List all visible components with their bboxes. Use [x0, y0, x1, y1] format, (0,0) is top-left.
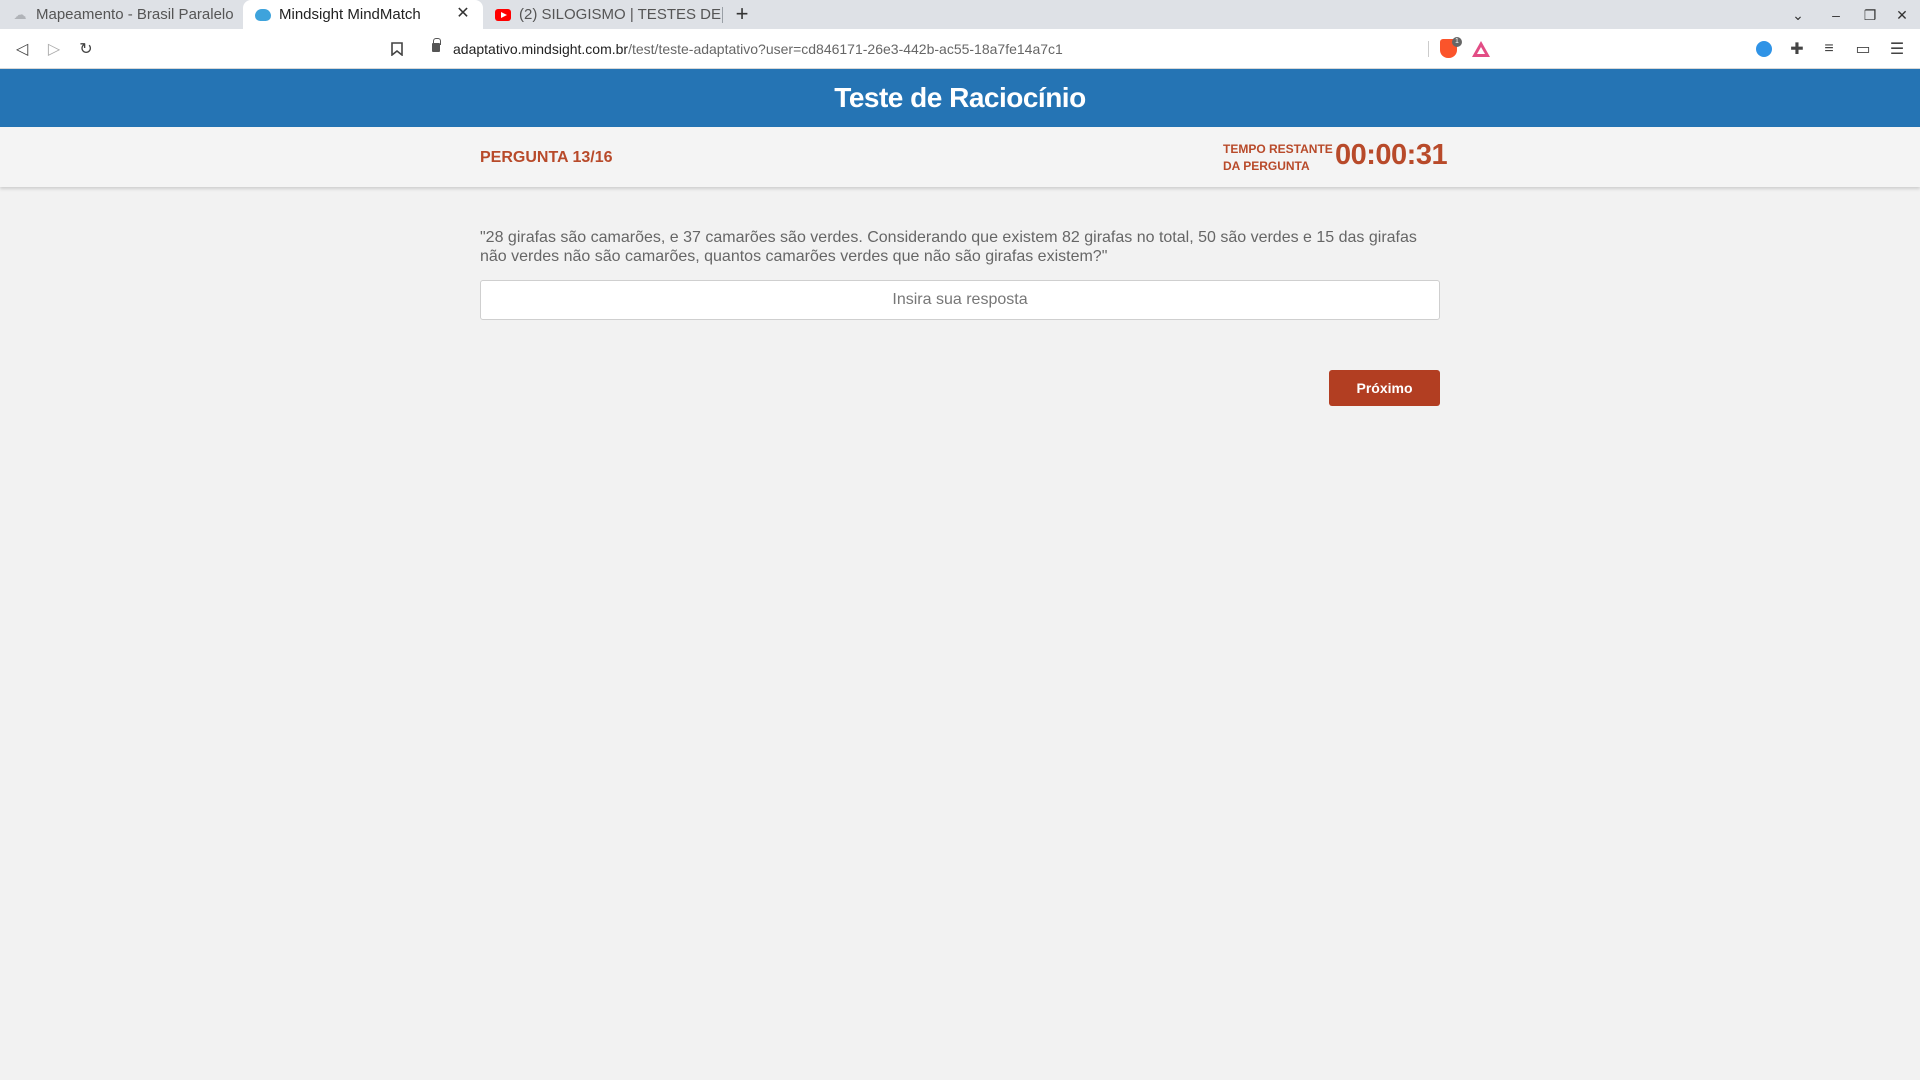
omnibox-divider — [1428, 41, 1429, 57]
tab-title: Mindsight MindMatch — [279, 6, 421, 23]
tab-title: (2) SILOGISMO | TESTES DE RA — [519, 6, 723, 23]
youtube-icon — [495, 7, 511, 23]
cloud-icon: ☁ — [13, 6, 27, 22]
shield-count-badge: 1 — [1452, 37, 1462, 47]
timer-label-line2: DA PERGUNTA — [1223, 159, 1310, 173]
tab-silogismo[interactable]: (2) SILOGISMO | TESTES DE RA — [483, 0, 723, 29]
timer-label-line1: TEMPO RESTANTE — [1223, 142, 1333, 156]
wallet-icon[interactable]: ▭ — [1851, 37, 1875, 61]
extension-blue-icon[interactable] — [1752, 37, 1776, 61]
tab-search-chevron-icon[interactable]: ⌄ — [1786, 3, 1810, 27]
brave-rewards-icon[interactable] — [1472, 41, 1490, 57]
address-bar[interactable]: adaptativo.mindsight.com.br/test/teste-a… — [420, 34, 1500, 64]
minimize-icon[interactable]: – — [1824, 3, 1848, 27]
tab-mindsight-mindmatch[interactable]: Mindsight MindMatch ✕ — [243, 0, 483, 29]
browser-toolbar: ◁ ▷ ↻ adaptativo.mindsight.com.br/test/t… — [0, 29, 1920, 69]
extensions-puzzle-icon[interactable]: ✚ — [1785, 37, 1809, 61]
lock-icon — [432, 38, 441, 52]
menu-icon[interactable]: ☰ — [1885, 37, 1909, 61]
close-window-icon[interactable]: ✕ — [1890, 3, 1914, 27]
page-title: Teste de Raciocínio — [834, 82, 1086, 113]
app-header: Teste de Raciocínio — [0, 69, 1920, 127]
timer-value: 00:00:31 — [1335, 139, 1448, 171]
question-text: "28 girafas são camarões, e 37 camarões … — [480, 229, 1417, 265]
mindsight-icon — [255, 7, 271, 23]
media-playlist-icon[interactable]: ≡ — [1817, 37, 1841, 61]
new-tab-button[interactable]: + — [730, 2, 754, 26]
tab-divider — [722, 7, 723, 23]
next-button[interactable]: Próximo — [1329, 370, 1440, 406]
tab-brasil-paralelo[interactable]: ☁ Mapeamento - Brasil Paralelo — [0, 0, 243, 29]
timer-label: TEMPO RESTANTE DA PERGUNTA — [1223, 141, 1343, 175]
question-counter: PERGUNTA 13/16 — [480, 149, 613, 166]
url-text: adaptativo.mindsight.com.br/test/teste-a… — [453, 41, 1063, 57]
restore-icon[interactable]: ❐ — [1858, 3, 1882, 27]
tab-title: Mapeamento - Brasil Paralelo — [36, 6, 234, 23]
question-status-bar: PERGUNTA 13/16 TEMPO RESTANTE DA PERGUNT… — [0, 127, 1920, 187]
close-tab-icon[interactable]: ✕ — [453, 4, 473, 24]
browser-tab-strip: ☁ Mapeamento - Brasil Paralelo Mindsight… — [0, 0, 1920, 29]
back-icon[interactable]: ◁ — [10, 37, 34, 61]
forward-icon[interactable]: ▷ — [42, 37, 66, 61]
answer-input[interactable] — [480, 280, 1440, 320]
reload-icon[interactable]: ↻ — [74, 37, 98, 61]
bookmark-icon[interactable] — [385, 37, 409, 61]
